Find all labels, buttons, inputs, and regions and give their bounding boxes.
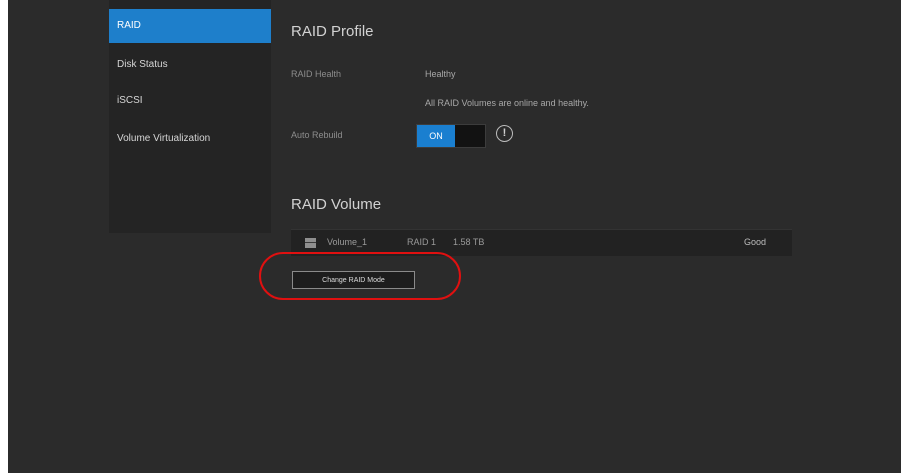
raid-health-value: Healthy [425,69,456,79]
raid-volume-title: RAID Volume [291,196,382,213]
auto-rebuild-toggle[interactable]: ON [416,124,486,148]
volume-size: 1.58 TB [453,237,485,247]
sidebar-item-raid[interactable]: RAID [109,9,271,43]
hard-drive-icon [305,238,316,248]
volume-status: Good [743,237,766,247]
sidebar-item-iscsi[interactable]: iSCSI [109,84,271,118]
info-icon[interactable]: ! [496,125,513,142]
toggle-off[interactable] [455,125,485,147]
sidebar-item-label: iSCSI [117,95,143,106]
sidebar-item-volume-virtualization[interactable]: Volume Virtualization [109,122,271,156]
volume-raid-level: RAID 1 [407,237,437,247]
raid-health-label: RAID Health [291,69,342,79]
sidebar-item-label: RAID [117,20,141,31]
sidebar-item-label: Volume Virtualization [117,133,211,144]
sidebar-item-label: Disk Status [117,59,168,70]
raid-health-description: All RAID Volumes are online and healthy. [425,98,589,108]
toggle-on[interactable]: ON [417,125,455,147]
sidebar: RAID Disk Status iSCSI Volume Virtualiza… [109,0,271,233]
raid-profile-title: RAID Profile [291,23,374,40]
sidebar-item-disk-status[interactable]: Disk Status [109,48,271,82]
auto-rebuild-label: Auto Rebuild [291,130,343,140]
highlight-circle [259,252,461,300]
volume-name: Volume_1 [327,237,368,247]
